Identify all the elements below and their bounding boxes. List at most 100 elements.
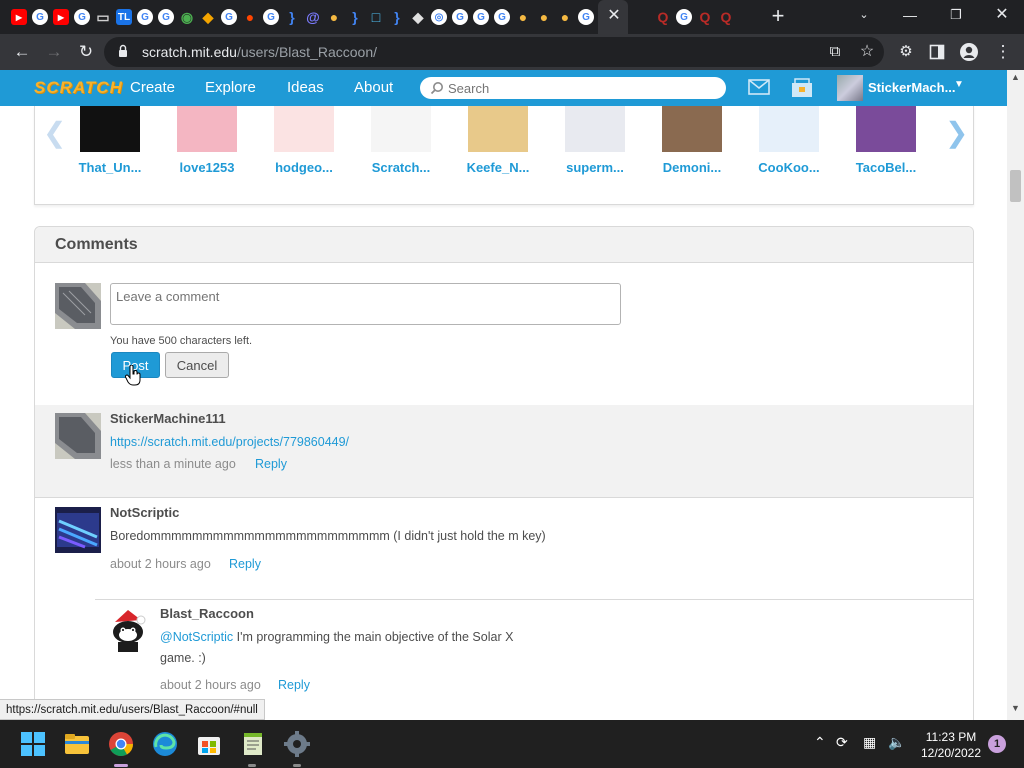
follower-thumbnail[interactable] xyxy=(662,106,722,152)
comment-author[interactable]: Blast_Raccoon xyxy=(160,606,254,621)
search-box[interactable] xyxy=(420,77,726,99)
scroll-thumb[interactable] xyxy=(1010,170,1021,202)
mention-link[interactable]: @NotScriptic xyxy=(160,630,233,644)
minimize-button[interactable]: — xyxy=(894,4,926,26)
volume-icon[interactable]: 🔈 xyxy=(888,734,905,751)
extensions-icon[interactable]: ⚙ xyxy=(893,39,919,65)
roblox-icon[interactable]: ◆ xyxy=(410,9,426,25)
scroll-down-icon[interactable]: ▼ xyxy=(1011,703,1020,713)
search-input[interactable] xyxy=(448,79,718,97)
google-icon[interactable]: G xyxy=(494,9,510,25)
google-icon[interactable]: G xyxy=(32,9,48,25)
system-clock[interactable]: 11:23 PM 12/20/2022 xyxy=(916,729,986,761)
scroll-up-icon[interactable]: ▲ xyxy=(1011,72,1020,82)
cookie-icon[interactable]: ● xyxy=(536,9,552,25)
chrome-icon[interactable]: ◎ xyxy=(431,9,447,25)
my-stuff-icon[interactable] xyxy=(791,78,813,98)
reply-link[interactable]: Reply xyxy=(229,557,261,571)
account-menu[interactable]: StickerMach... ▼ xyxy=(837,75,1003,101)
forward-button[interactable]: → xyxy=(41,39,67,65)
carousel-next-icon[interactable]: ❯ xyxy=(945,116,968,149)
reply-link[interactable]: Reply xyxy=(255,457,287,471)
follower-thumbnail[interactable] xyxy=(759,106,819,152)
avatar[interactable] xyxy=(105,608,151,654)
comment-textarea[interactable] xyxy=(110,283,621,325)
nav-ideas[interactable]: Ideas xyxy=(287,70,324,106)
network-icon[interactable]: ▦ xyxy=(863,734,876,751)
monitor-icon[interactable]: ▭ xyxy=(95,9,111,25)
google-icon[interactable]: G xyxy=(676,9,692,25)
store-icon[interactable] xyxy=(196,731,222,757)
braces-icon[interactable]: } xyxy=(389,9,405,25)
follower-name[interactable]: Scratch... xyxy=(356,160,446,175)
profile-icon[interactable] xyxy=(956,39,982,65)
cancel-button[interactable]: Cancel xyxy=(165,352,229,378)
fire-icon[interactable]: ◆ xyxy=(200,9,216,25)
bookmark-star-icon[interactable]: ☆ xyxy=(854,39,880,65)
google-icon[interactable]: G xyxy=(158,9,174,25)
google-icon[interactable]: G xyxy=(263,9,279,25)
scratch-logo[interactable]: SCRATCH xyxy=(34,77,122,99)
follower-name[interactable]: That_Un... xyxy=(65,160,155,175)
settings-gear-icon[interactable] xyxy=(284,731,310,757)
browser-menu-icon[interactable]: ⋮ xyxy=(990,39,1016,65)
follower-thumbnail[interactable] xyxy=(177,106,237,152)
at-icon[interactable]: @ xyxy=(305,9,321,25)
follower-thumbnail[interactable] xyxy=(468,106,528,152)
google-icon[interactable]: G xyxy=(221,9,237,25)
comment-author[interactable]: StickerMachine111 xyxy=(110,411,226,426)
file-explorer-icon[interactable] xyxy=(64,731,90,757)
windows-start-icon[interactable] xyxy=(20,731,46,757)
youtube-icon[interactable]: ▶ xyxy=(53,9,69,25)
google-icon[interactable]: G xyxy=(473,9,489,25)
quora-icon[interactable]: Q xyxy=(697,9,713,25)
carousel-prev-icon[interactable]: ❮ xyxy=(43,116,66,149)
maximize-button[interactable]: ❐ xyxy=(940,4,972,26)
comment-author[interactable]: NotScriptic xyxy=(110,505,179,520)
google-icon[interactable]: G xyxy=(137,9,153,25)
follower-thumbnail[interactable] xyxy=(80,106,140,152)
follower-name[interactable]: hodgeo... xyxy=(259,160,349,175)
follower-thumbnail[interactable] xyxy=(565,106,625,152)
follower-thumbnail[interactable] xyxy=(856,106,916,152)
quora-icon[interactable]: Q xyxy=(655,9,671,25)
notification-badge[interactable]: 1 xyxy=(988,735,1006,753)
reply-link[interactable]: Reply xyxy=(278,678,310,692)
page-scrollbar[interactable]: ▲ ▼ xyxy=(1007,70,1024,720)
back-button[interactable]: ← xyxy=(9,39,35,65)
braces-icon[interactable]: } xyxy=(347,9,363,25)
edge-icon[interactable] xyxy=(152,731,178,757)
google-icon[interactable]: G xyxy=(578,9,594,25)
new-tab-button[interactable]: + xyxy=(767,4,789,28)
follower-thumbnail[interactable] xyxy=(371,106,431,152)
quora-icon[interactable]: Q xyxy=(718,9,734,25)
follower-thumbnail[interactable] xyxy=(274,106,334,152)
nav-create[interactable]: Create xyxy=(130,70,175,106)
nav-about[interactable]: About xyxy=(354,70,393,106)
tab-search-icon[interactable]: ⌄ xyxy=(848,4,880,26)
close-tab-icon[interactable]: ✕ xyxy=(606,6,622,26)
share-icon[interactable]: ⧉ xyxy=(822,39,848,65)
square-icon[interactable]: □ xyxy=(368,9,384,25)
youtube-icon[interactable]: ▶ xyxy=(11,9,27,25)
wifi-icon[interactable]: ◉ xyxy=(179,9,195,25)
avatar[interactable] xyxy=(55,413,101,459)
comment-link[interactable]: https://scratch.mit.edu/projects/7798604… xyxy=(110,435,349,449)
chrome-icon[interactable] xyxy=(108,731,134,757)
notepad-icon[interactable] xyxy=(240,731,266,757)
cookie-icon[interactable]: ● xyxy=(326,9,342,25)
follower-name[interactable]: love1253 xyxy=(162,160,252,175)
follower-name[interactable]: superm... xyxy=(550,160,640,175)
google-icon[interactable]: G xyxy=(74,9,90,25)
messages-icon[interactable] xyxy=(748,78,770,96)
sidepanel-icon[interactable] xyxy=(924,39,950,65)
follower-name[interactable]: CooKoo... xyxy=(744,160,834,175)
nav-explore[interactable]: Explore xyxy=(205,70,256,106)
reload-button[interactable]: ↻ xyxy=(73,39,99,65)
address-bar[interactable]: scratch.mit.edu/users/Blast_Raccoon/ ⧉ ☆ xyxy=(104,37,884,67)
cookie-icon[interactable]: ● xyxy=(557,9,573,25)
reddit-icon[interactable]: ● xyxy=(242,9,258,25)
braces-icon[interactable]: } xyxy=(284,9,300,25)
cookie-icon[interactable]: ● xyxy=(515,9,531,25)
avatar[interactable] xyxy=(55,507,101,553)
